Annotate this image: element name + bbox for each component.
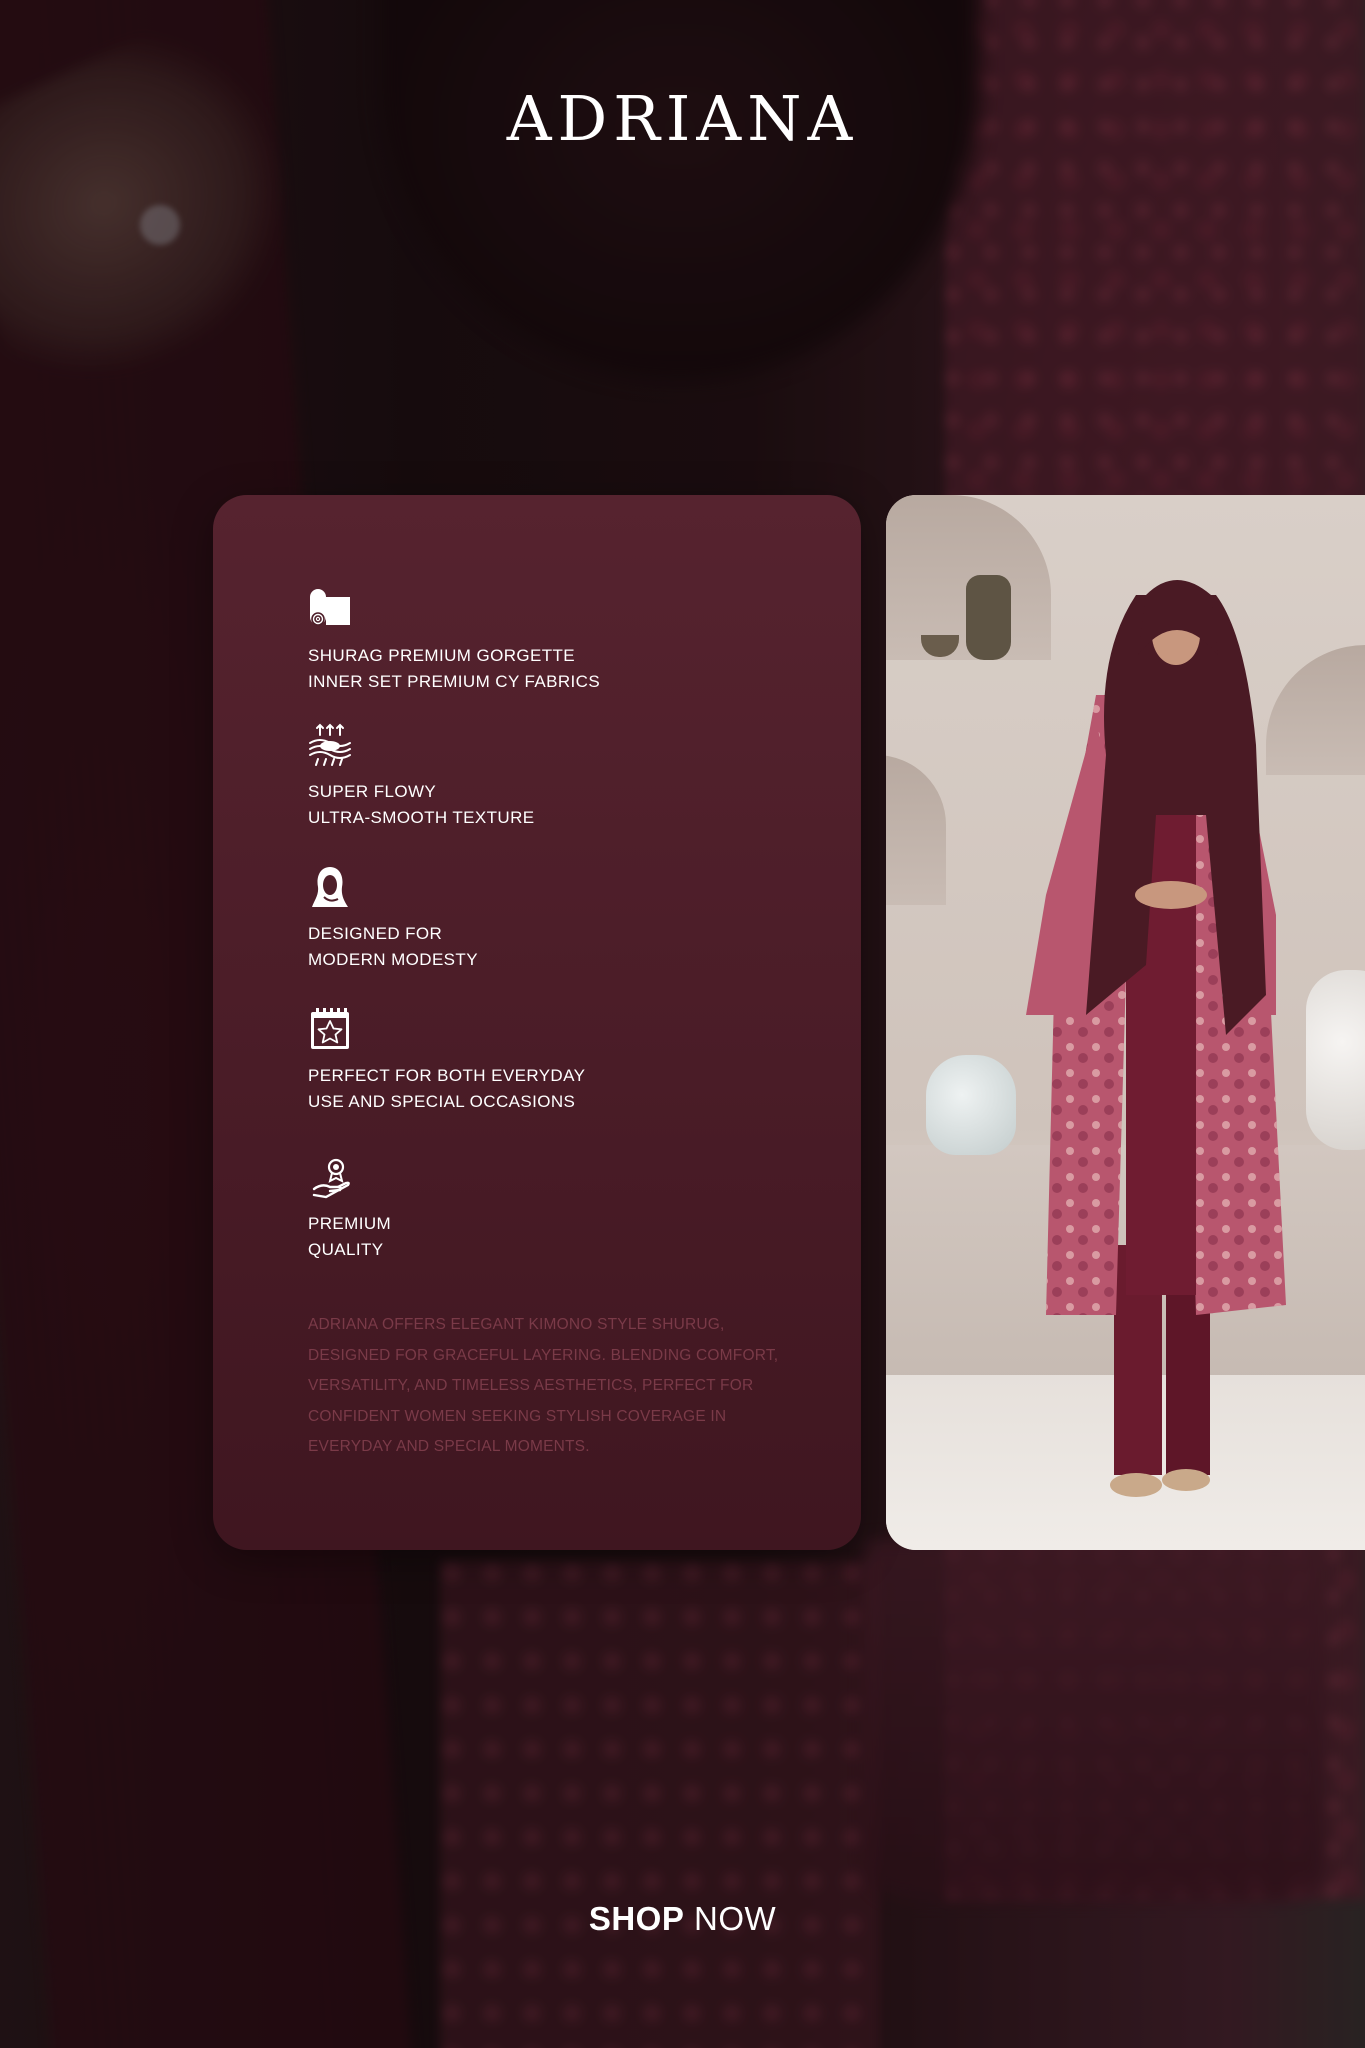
feature-texture-line-2: ULTRA-SMOOTH TEXTURE xyxy=(308,808,535,827)
feature-occasions-line-2: USE AND SPECIAL OCCASIONS xyxy=(308,1092,576,1111)
feature-quality-line-1: PREMIUM xyxy=(308,1214,392,1233)
calendar-star-icon xyxy=(311,1008,349,1049)
flowy-texture-icon xyxy=(309,723,351,766)
decor-vase xyxy=(1306,970,1365,1150)
fabric-roll-icon xyxy=(310,589,350,626)
feature-texture-line-1: SUPER FLOWY xyxy=(308,782,437,801)
feature-modesty: DESIGNED FOR MODERN MODESTY xyxy=(308,865,478,973)
shop-now-button[interactable]: SHOP NOW xyxy=(0,1900,1365,1938)
feature-occasions-line-1: PERFECT FOR BOTH EVERYDAY xyxy=(308,1066,586,1085)
product-description: ADRIANA OFFERS ELEGANT KIMONO STYLE SHUR… xyxy=(308,1316,779,1455)
feature-fabric-line-2: INNER SET PREMIUM CY FABRICS xyxy=(308,672,601,691)
feature-quality-line-2: QUALITY xyxy=(308,1240,384,1259)
feature-quality: PREMIUM QUALITY xyxy=(308,1155,391,1263)
feature-texture: SUPER FLOWY ULTRA-SMOOTH TEXTURE xyxy=(308,723,535,831)
features-card: SHURAG PREMIUM GORGETTE INNER SET PREMIU… xyxy=(213,495,861,1550)
product-photo[interactable] xyxy=(886,495,1365,1550)
brand-logo: ADRIANA xyxy=(506,82,859,155)
wall-niche xyxy=(886,755,946,905)
feature-modesty-line-1: DESIGNED FOR xyxy=(308,924,443,943)
shop-now-bold: SHOP xyxy=(588,1900,685,1937)
feature-occasions: PERFECT FOR BOTH EVERYDAY USE AND SPECIA… xyxy=(308,1007,585,1115)
model-figure xyxy=(1026,580,1286,1497)
feature-fabric-line-1: SHURAG PREMIUM GORGETTE xyxy=(308,646,576,665)
feature-fabric: SHURAG PREMIUM GORGETTE INNER SET PREMIU… xyxy=(308,587,600,695)
feature-modesty-line-2: MODERN MODESTY xyxy=(308,950,478,969)
shop-now-light: NOW xyxy=(694,1900,777,1937)
hijab-icon xyxy=(312,867,348,907)
premium-hand-icon xyxy=(312,1158,350,1199)
